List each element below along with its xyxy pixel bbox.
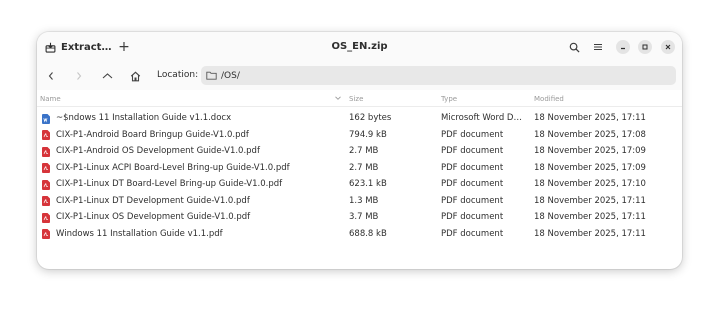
file-type: PDF document — [441, 179, 504, 189]
maximize-button[interactable] — [638, 40, 652, 54]
file-size: 1.3 MB — [349, 195, 379, 206]
window-title: OS_EN.zip — [331, 41, 388, 52]
file-name: CIX-P1-Linux ACPI Board-Level Bring-up G… — [56, 162, 290, 173]
file-size: 794.9 kB — [349, 129, 387, 140]
minimize-button[interactable] — [616, 40, 630, 54]
file-row[interactable]: CIX-P1-Linux ACPI Board-Level Bring-up G… — [37, 160, 682, 177]
file-size: 623.1 kB — [349, 179, 387, 189]
file-type: PDF document — [441, 195, 504, 206]
pdf-icon — [42, 179, 50, 190]
word-doc-icon — [42, 113, 50, 124]
file-size: 2.7 MB — [349, 162, 379, 173]
column-header: Name Size Type Modified — [37, 92, 682, 107]
file-list: ~$ndows 11 Installation Guide v1.1.docx … — [37, 110, 682, 242]
file-size: 2.7 MB — [349, 146, 379, 156]
chevron-left-icon — [48, 72, 53, 80]
file-size: 162 bytes — [349, 113, 392, 123]
pdf-icon — [42, 130, 50, 140]
file-row[interactable]: Windows 11 Installation Guide v1.1.pdf 6… — [37, 226, 682, 243]
file-row[interactable]: ~$ndows 11 Installation Guide v1.1.docx … — [37, 110, 682, 127]
pdf-icon — [42, 146, 50, 157]
file-name: CIX-P1-Linux OS Development Guide-V1.0.p… — [56, 212, 251, 222]
plus-icon: + — [118, 39, 130, 55]
chevron-up-icon — [102, 73, 112, 79]
new-tab-button[interactable]: + — [115, 38, 133, 56]
file-type: PDF document — [441, 228, 504, 239]
maximize-icon — [642, 44, 648, 50]
file-row[interactable]: CIX-P1-Android Board Bringup Guide-V1.0.… — [37, 127, 682, 144]
location-entry[interactable]: /OS/ — [201, 66, 676, 85]
pdf-icon — [42, 196, 50, 206]
main-menu-button[interactable] — [590, 39, 606, 55]
file-row[interactable]: CIX-P1-Android OS Development Guide-V1.0… — [37, 143, 682, 160]
file-modified: 18 November 2025, 17:10 — [534, 179, 646, 189]
menu-icon — [594, 43, 602, 51]
file-name: CIX-P1-Linux DT Board-Level Bring-up Gui… — [56, 179, 283, 189]
back-button[interactable] — [42, 67, 60, 85]
file-type: PDF document — [441, 129, 504, 140]
file-modified: 18 November 2025, 17:09 — [534, 146, 646, 156]
pdf-icon — [42, 229, 50, 239]
file-type: PDF document — [441, 146, 504, 156]
file-name: ~$ndows 11 Installation Guide v1.1.docx — [56, 113, 232, 123]
close-button[interactable] — [661, 40, 675, 54]
file-modified: 18 November 2025, 17:11 — [534, 212, 646, 222]
minimize-icon — [621, 47, 625, 50]
extract-button[interactable]: Extract… — [45, 39, 111, 55]
file-name: Windows 11 Installation Guide v1.1.pdf — [56, 228, 223, 239]
file-row[interactable]: CIX-P1-Linux DT Development Guide-V1.0.p… — [37, 193, 682, 210]
file-size: 688.8 kB — [349, 228, 387, 239]
column-name[interactable]: Name — [40, 95, 61, 103]
file-type: Microsoft Word D… — [441, 113, 522, 123]
file-modified: 18 November 2025, 17:11 — [534, 228, 646, 239]
file-row[interactable]: CIX-P1-Linux OS Development Guide-V1.0.p… — [37, 209, 682, 226]
pdf-icon — [42, 212, 50, 223]
file-modified: 18 November 2025, 17:08 — [534, 129, 646, 140]
file-modified: 18 November 2025, 17:09 — [534, 162, 646, 173]
file-name: CIX-P1-Android Board Bringup Guide-V1.0.… — [56, 129, 249, 140]
chevron-down-icon[interactable] — [334, 94, 342, 102]
up-button[interactable] — [98, 67, 116, 85]
location-path: /OS/ — [221, 70, 240, 81]
location-label: Location: — [157, 70, 199, 80]
search-button[interactable] — [566, 39, 582, 55]
location-bar: Location: /OS/ — [37, 62, 682, 90]
folder-icon — [206, 71, 217, 80]
file-row[interactable]: CIX-P1-Linux DT Board-Level Bring-up Gui… — [37, 176, 682, 193]
search-icon — [569, 42, 580, 53]
file-size: 3.7 MB — [349, 212, 379, 222]
chevron-right-icon — [77, 72, 82, 80]
home-button[interactable] — [126, 67, 144, 85]
file-type: PDF document — [441, 162, 504, 173]
file-modified: 18 November 2025, 17:11 — [534, 113, 646, 123]
column-type[interactable]: Type — [441, 95, 457, 103]
extract-button-label: Extract… — [61, 41, 112, 53]
file-modified: 18 November 2025, 17:11 — [534, 195, 646, 206]
forward-button[interactable] — [70, 67, 88, 85]
pdf-icon — [42, 163, 50, 173]
home-icon — [130, 71, 140, 81]
header-bar: Extract… + OS_EN.zip — [37, 32, 682, 62]
file-type: PDF document — [441, 212, 504, 222]
package-icon — [45, 42, 56, 53]
file-name: CIX-P1-Linux DT Development Guide-V1.0.p… — [56, 195, 250, 206]
archive-manager-window: Extract… + OS_EN.zip Location: /OS/ Name… — [37, 32, 682, 269]
file-name: CIX-P1-Android OS Development Guide-V1.0… — [56, 146, 260, 156]
close-icon — [665, 44, 671, 50]
column-modified[interactable]: Modified — [534, 95, 564, 103]
column-size[interactable]: Size — [349, 95, 363, 103]
